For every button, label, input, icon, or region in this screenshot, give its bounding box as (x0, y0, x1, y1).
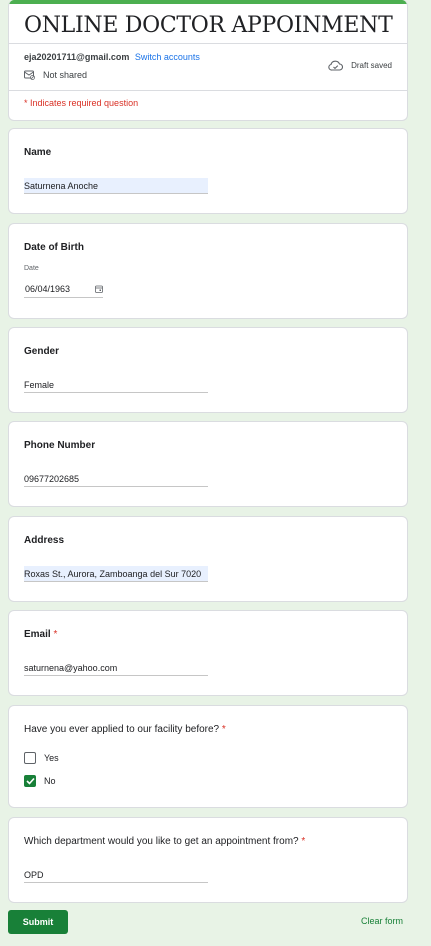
switch-accounts-link[interactable]: Switch accounts (135, 52, 200, 62)
form-header-card: ONLINE DOCTOR APPOINMENT eja20201711@gma… (8, 0, 408, 121)
sharing-status: Not shared (24, 70, 87, 80)
question-title: Date of Birth (24, 242, 84, 253)
question-title: Gender (24, 346, 60, 357)
option-label: Yes (44, 753, 59, 763)
question-card-applied-before: Have you ever applied to our facility be… (8, 705, 408, 808)
address-input[interactable]: Roxas St., Aurora, Zamboanga del Sur 702… (24, 566, 208, 582)
option-label: No (44, 776, 56, 786)
not-shared-icon (24, 70, 35, 80)
calendar-icon[interactable] (95, 285, 103, 293)
checkbox-option-yes[interactable]: Yes (24, 752, 59, 764)
name-input[interactable]: Saturnena Anoche (24, 178, 208, 194)
question-title: Name (24, 147, 52, 158)
required-note: * Indicates required question (24, 98, 139, 108)
draft-status: Draft saved (328, 60, 392, 71)
question-title: Which department would you like to get a… (24, 836, 305, 847)
checkbox[interactable] (24, 752, 36, 764)
clear-form-button[interactable]: Clear form (361, 916, 403, 926)
date-value: 06/04/1963 (25, 284, 71, 294)
question-title-text: Have you ever applied to our facility be… (24, 724, 220, 735)
question-title-text: Email (24, 629, 51, 640)
date-sub-label: Date (24, 265, 39, 272)
required-asterisk: * (301, 836, 306, 847)
checkbox-option-no[interactable]: No (24, 775, 56, 787)
email-input[interactable]: saturnena@yahoo.com (24, 660, 208, 676)
department-input[interactable]: OPD (24, 867, 208, 883)
phone-input[interactable]: 09677202685 (24, 471, 208, 487)
cloud-done-icon (328, 60, 344, 71)
question-card-email: Email * saturnena@yahoo.com (8, 610, 408, 696)
checkmark-icon (25, 777, 35, 785)
question-title: Email * (24, 629, 57, 640)
header-divider (9, 90, 407, 91)
gender-input[interactable]: Female (24, 377, 208, 393)
question-card-dob: Date of Birth Date 06/04/1963 (8, 223, 408, 319)
date-input[interactable]: 06/04/1963 (24, 284, 103, 298)
question-title-text: Which department would you like to get a… (24, 836, 299, 847)
required-asterisk: * (53, 629, 58, 640)
account-email: eja20201711@gmail.com (24, 52, 130, 62)
not-shared-label: Not shared (43, 70, 88, 80)
question-card-phone: Phone Number 09677202685 (8, 421, 408, 507)
submit-button[interactable]: Submit (8, 910, 68, 934)
checkbox-checked[interactable] (24, 775, 36, 787)
question-card-address: Address Roxas St., Aurora, Zamboanga del… (8, 516, 408, 602)
account-row: eja20201711@gmail.com Switch accounts (24, 52, 200, 62)
question-title: Phone Number (24, 440, 96, 451)
question-title: Address (24, 535, 65, 546)
question-title: Have you ever applied to our facility be… (24, 724, 226, 735)
question-card-name: Name Saturnena Anoche (8, 128, 408, 214)
draft-saved-label: Draft saved (351, 61, 392, 70)
question-card-department: Which department would you like to get a… (8, 817, 408, 903)
form-title: ONLINE DOCTOR APPOINMENT (9, 4, 407, 44)
required-asterisk: * (221, 724, 226, 735)
question-card-gender: Gender Female (8, 327, 408, 413)
